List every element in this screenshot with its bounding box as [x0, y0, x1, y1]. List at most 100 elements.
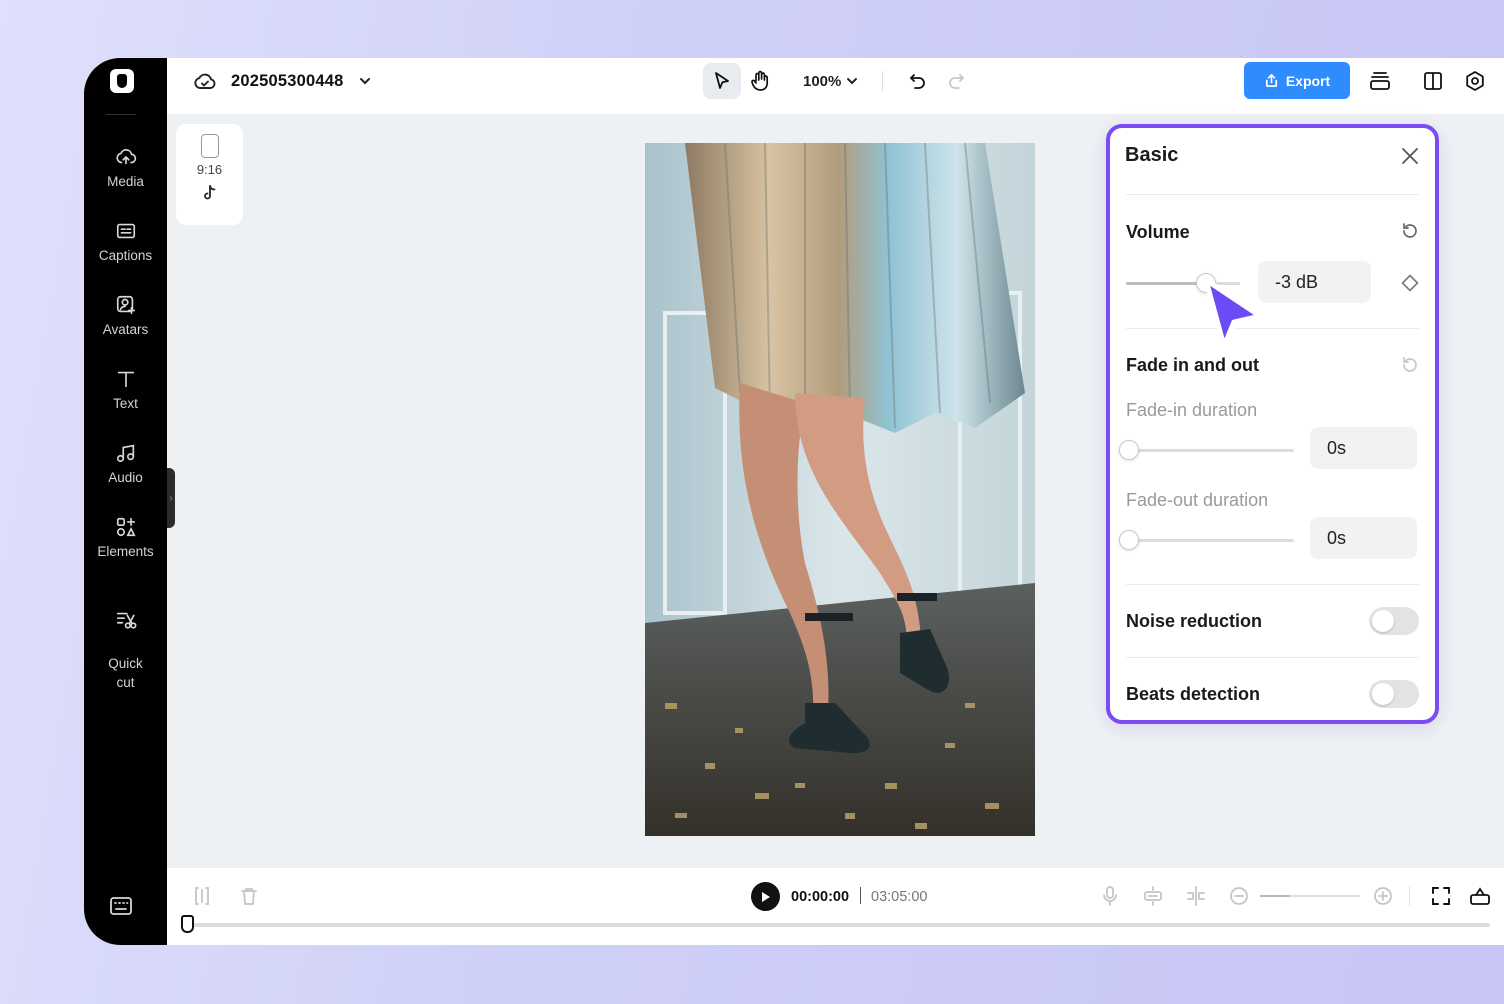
app-logo[interactable]	[110, 69, 134, 93]
export-button[interactable]: Export	[1244, 62, 1350, 99]
fade-reset-button[interactable]	[1401, 356, 1419, 379]
undo-icon	[910, 74, 926, 89]
chevron-down-icon[interactable]	[358, 74, 372, 88]
hand-tool-button[interactable]	[741, 63, 779, 99]
panel-divider	[1126, 657, 1419, 658]
snap-split-icon	[1187, 886, 1205, 906]
sidebar-item-media[interactable]: Media	[84, 146, 167, 191]
volume-slider-fill	[1126, 282, 1206, 285]
sidebar-item-elements[interactable]: Elements	[84, 516, 167, 561]
auto-caption-button[interactable]	[1142, 886, 1164, 911]
timeline-zoom-fill	[1260, 895, 1290, 897]
layers-button[interactable]	[1368, 70, 1392, 97]
minus-circle-icon	[1230, 887, 1248, 905]
timeline-scrubber[interactable]	[189, 923, 1490, 927]
sidebar: Media Captions Avatars Text Audio Elemen…	[84, 58, 167, 945]
music-note-icon	[116, 444, 134, 463]
zoom-out-button[interactable]	[1229, 886, 1249, 911]
phone-ratio-icon	[200, 134, 219, 158]
fade-in-value-input[interactable]: 0s	[1310, 427, 1417, 469]
pointer-icon	[715, 72, 729, 89]
play-button[interactable]	[751, 882, 780, 911]
gear-icon	[1466, 71, 1484, 91]
export-label: Export	[1285, 72, 1331, 89]
sidebar-item-label: Text	[113, 396, 138, 411]
sidebar-item-quick-cut[interactable]: Quick cut	[84, 590, 167, 692]
current-time: 00:00:00	[791, 889, 850, 905]
fullscreen-button[interactable]	[1431, 886, 1451, 911]
plus-circle-icon	[1374, 887, 1392, 905]
noise-reduction-label: Noise reduction	[1126, 611, 1263, 631]
text-icon	[117, 371, 134, 388]
video-preview[interactable]	[645, 143, 1035, 836]
redo-icon	[949, 74, 965, 89]
video-frame-image	[645, 143, 1035, 836]
snap-button[interactable]	[1185, 886, 1207, 911]
chevron-down-icon	[847, 78, 858, 85]
record-voice-button[interactable]	[1101, 886, 1119, 911]
collapse-timeline-button[interactable]	[1469, 886, 1491, 911]
elements-icon	[116, 517, 136, 537]
sidebar-item-label: Avatars	[102, 322, 149, 337]
aspect-ratio-card[interactable]: 9:16	[176, 124, 243, 225]
zoom-dropdown[interactable]: 100%	[803, 73, 858, 90]
beats-detection-label: Beats detection	[1126, 684, 1261, 704]
select-tool-button[interactable]	[703, 63, 741, 99]
project-title-area[interactable]: 202505300448	[193, 70, 372, 92]
volume-reset-button[interactable]	[1401, 222, 1419, 245]
time-divider	[860, 887, 861, 904]
fullscreen-icon	[1432, 887, 1450, 905]
captions-icon	[116, 223, 135, 239]
avatar-icon	[116, 295, 135, 315]
zoom-level: 100%	[803, 72, 842, 90]
close-panel-button[interactable]	[1401, 147, 1419, 170]
split-button[interactable]	[193, 886, 211, 911]
panel-divider	[1126, 584, 1419, 585]
timeline-panel-icon	[1470, 887, 1490, 905]
mouse-cursor-icon	[1198, 276, 1268, 355]
beats-detection-toggle[interactable]	[1369, 680, 1419, 708]
microphone-icon	[1103, 886, 1117, 906]
fade-out-slider[interactable]	[1119, 530, 1294, 550]
toolbar-divider	[882, 71, 884, 91]
chevron-right-icon: ›	[169, 492, 173, 504]
split-panel-icon	[1424, 72, 1442, 90]
sidebar-item-audio[interactable]: Audio	[84, 442, 167, 487]
panel-divider	[1126, 328, 1419, 329]
sidebar-item-text[interactable]: Text	[84, 368, 167, 413]
redo-button[interactable]	[937, 63, 975, 99]
export-icon	[1265, 74, 1277, 87]
sidebar-item-label: Captions	[98, 248, 153, 263]
play-icon	[762, 891, 770, 902]
fade-in-slider-thumb[interactable]	[1119, 440, 1139, 460]
fade-out-value-input[interactable]: 0s	[1310, 517, 1417, 559]
timeline-zoom-slider[interactable]	[1260, 895, 1360, 897]
zoom-in-button[interactable]	[1373, 886, 1393, 911]
playhead-handle[interactable]	[181, 915, 194, 933]
panel-layout-button[interactable]	[1422, 70, 1444, 97]
settings-button[interactable]	[1464, 70, 1486, 97]
playback-bar: 00:00:00 03:05:00	[167, 868, 1504, 945]
project-name: 202505300448	[231, 71, 344, 90]
close-icon	[1402, 148, 1418, 164]
sidebar-item-captions[interactable]: Captions	[84, 220, 167, 265]
ai-caption-icon	[1144, 886, 1162, 906]
noise-reduction-toggle[interactable]	[1369, 607, 1419, 635]
fade-out-label: Fade-out duration	[1126, 490, 1269, 510]
undo-button[interactable]	[899, 63, 937, 99]
canvas-tools: 100%	[703, 63, 975, 99]
cloud-sync-icon	[194, 73, 216, 89]
keyframe-diamond-icon	[1401, 274, 1419, 292]
basic-properties-panel: Basic Volume -3 dB Fade in and out Fade-…	[1106, 124, 1439, 724]
panel-title: Basic	[1125, 144, 1179, 166]
fade-out-slider-thumb[interactable]	[1119, 530, 1139, 550]
delete-button[interactable]	[240, 886, 258, 911]
tiktok-icon	[203, 185, 215, 200]
volume-value-input[interactable]: -3 dB	[1258, 261, 1371, 303]
keyboard-shortcuts-icon[interactable]	[109, 896, 133, 921]
sidebar-item-avatars[interactable]: Avatars	[84, 294, 167, 339]
sidebar-collapse-handle[interactable]: ›	[167, 468, 175, 528]
keyframe-button[interactable]	[1401, 274, 1419, 297]
fade-in-slider[interactable]	[1119, 440, 1294, 460]
trash-icon	[241, 888, 257, 905]
